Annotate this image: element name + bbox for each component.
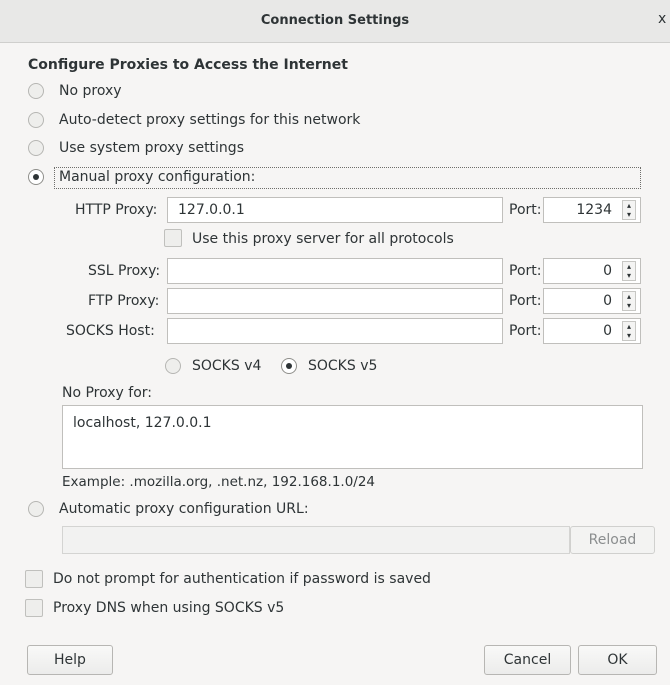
manual-proxy-label: Manual proxy configuration: bbox=[59, 169, 256, 185]
socks-v5-radio[interactable] bbox=[281, 358, 297, 374]
ssl-port-label: Port: bbox=[509, 263, 542, 279]
spin-arrows-icon[interactable]: ▴ ▾ bbox=[622, 200, 636, 220]
ftp-port-label: Port: bbox=[509, 293, 542, 309]
socks-port-label: Port: bbox=[509, 323, 542, 339]
ftp-port-value: 0 bbox=[603, 293, 612, 309]
system-proxy-label: Use system proxy settings bbox=[59, 140, 244, 156]
http-port-stepper[interactable]: 1234 ▴ ▾ bbox=[543, 197, 641, 223]
http-port-label: Port: bbox=[509, 202, 542, 218]
system-proxy-radio[interactable] bbox=[28, 140, 44, 156]
help-button[interactable]: Help bbox=[27, 645, 113, 675]
connection-settings-dialog: Configure Proxies to Access the Internet… bbox=[0, 43, 670, 685]
no-auth-prompt-checkbox[interactable] bbox=[25, 570, 43, 588]
ssl-proxy-input[interactable] bbox=[167, 258, 503, 284]
no-proxy-for-label: No Proxy for: bbox=[62, 385, 153, 401]
auto-detect-radio[interactable] bbox=[28, 112, 44, 128]
ftp-proxy-label: FTP Proxy: bbox=[88, 293, 160, 309]
proxy-dns-label: Proxy DNS when using SOCKS v5 bbox=[53, 600, 285, 616]
auto-detect-label: Auto-detect proxy settings for this netw… bbox=[59, 112, 361, 128]
all-protocols-checkbox[interactable] bbox=[164, 229, 182, 247]
socks-host-input[interactable] bbox=[167, 318, 503, 344]
socks-v4-radio[interactable] bbox=[165, 358, 181, 374]
no-proxy-example: Example: .mozilla.org, .net.nz, 192.168.… bbox=[62, 474, 376, 490]
manual-proxy-radio[interactable] bbox=[28, 169, 44, 185]
window-title: Connection Settings bbox=[260, 13, 410, 28]
proxy-dns-checkbox[interactable] bbox=[25, 599, 43, 617]
socks-v5-label: SOCKS v5 bbox=[308, 358, 378, 374]
auto-config-label: Automatic proxy configuration URL: bbox=[59, 501, 309, 517]
ftp-port-stepper[interactable]: 0 ▴ ▾ bbox=[543, 288, 641, 314]
cancel-button[interactable]: Cancel bbox=[484, 645, 571, 675]
no-proxy-for-textarea[interactable]: localhost, 127.0.0.1 bbox=[62, 405, 643, 469]
socks-v4-label: SOCKS v4 bbox=[192, 358, 262, 374]
ssl-proxy-label: SSL Proxy: bbox=[88, 263, 161, 279]
auto-config-url-input[interactable] bbox=[62, 526, 570, 554]
socks-host-label: SOCKS Host: bbox=[66, 323, 155, 339]
title-bar: Connection Settings x bbox=[0, 0, 670, 43]
no-proxy-label: No proxy bbox=[59, 83, 122, 99]
no-auth-prompt-label: Do not prompt for authentication if pass… bbox=[53, 571, 431, 587]
spin-arrows-icon[interactable]: ▴ ▾ bbox=[622, 291, 636, 311]
ssl-port-value: 0 bbox=[603, 263, 612, 279]
spin-arrows-icon[interactable]: ▴ ▾ bbox=[622, 321, 636, 341]
page-title: Configure Proxies to Access the Internet bbox=[28, 57, 348, 73]
http-proxy-label: HTTP Proxy: bbox=[75, 202, 158, 218]
ssl-port-stepper[interactable]: 0 ▴ ▾ bbox=[543, 258, 641, 284]
no-proxy-radio[interactable] bbox=[28, 83, 44, 99]
ftp-proxy-input[interactable] bbox=[167, 288, 503, 314]
http-proxy-input[interactable]: 127.0.0.1 bbox=[167, 197, 503, 223]
http-port-value: 1234 bbox=[576, 202, 612, 218]
socks-port-value: 0 bbox=[603, 323, 612, 339]
socks-port-stepper[interactable]: 0 ▴ ▾ bbox=[543, 318, 641, 344]
spin-arrows-icon[interactable]: ▴ ▾ bbox=[622, 261, 636, 281]
auto-config-radio[interactable] bbox=[28, 501, 44, 517]
all-protocols-label: Use this proxy server for all protocols bbox=[192, 231, 454, 247]
ok-button[interactable]: OK bbox=[578, 645, 657, 675]
close-icon[interactable]: x bbox=[658, 11, 670, 31]
reload-button[interactable]: Reload bbox=[570, 526, 655, 554]
